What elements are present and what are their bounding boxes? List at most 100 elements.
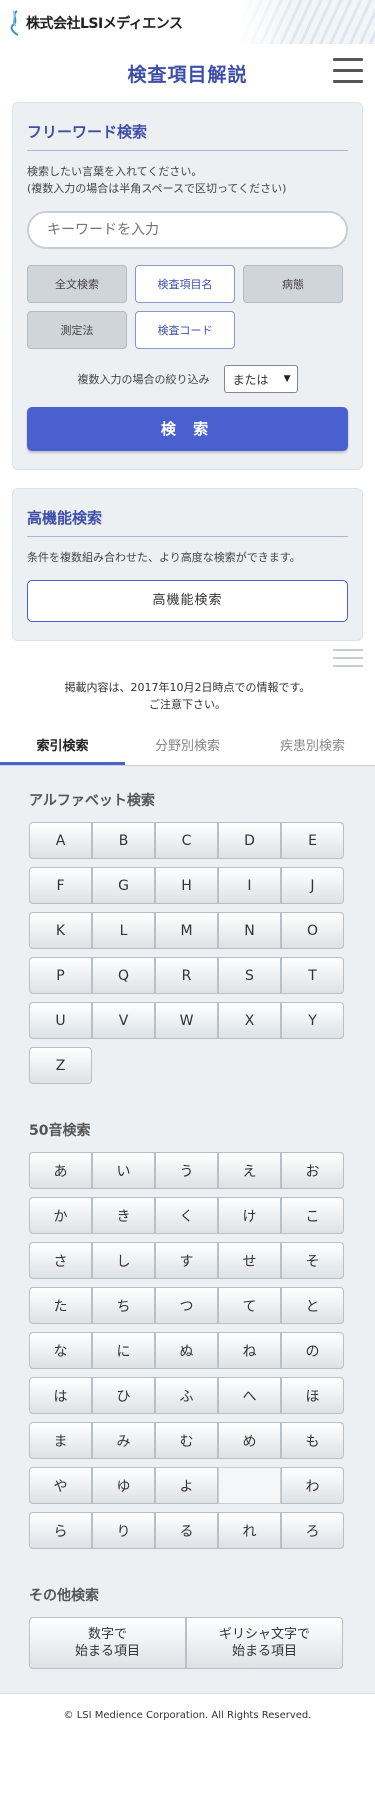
kana-key[interactable]: り <box>92 1512 155 1549</box>
alphabet-key[interactable]: R <box>155 957 218 994</box>
kana-key[interactable]: る <box>155 1512 218 1549</box>
greek-line1: ギリシャ文字で <box>218 1627 310 1642</box>
menu-icon[interactable] <box>333 58 363 84</box>
kana-key[interactable]: せ <box>218 1242 281 1279</box>
kana-key[interactable]: い <box>92 1152 155 1189</box>
kana-key[interactable]: お <box>281 1152 344 1189</box>
alphabet-key[interactable]: O <box>281 912 344 949</box>
alphabet-key[interactable]: B <box>92 822 155 859</box>
kana-key[interactable]: ね <box>218 1332 281 1369</box>
alphabet-key[interactable]: D <box>218 822 281 859</box>
category-method[interactable]: 測定法 <box>27 311 127 349</box>
company-logo[interactable]: 株式会社LSIメディエンス <box>8 9 183 37</box>
search-button[interactable]: 検 索 <box>27 407 348 451</box>
freeword-panel: フリーワード検索 検索したい言葉を入れてください。 (複数入力の場合は半角スペー… <box>12 102 363 470</box>
alphabet-key[interactable]: W <box>155 1002 218 1039</box>
alphabet-key[interactable]: E <box>281 822 344 859</box>
alphabet-key[interactable]: A <box>29 822 92 859</box>
greek-line2: 始まる項目 <box>231 1644 297 1659</box>
kana-key[interactable]: た <box>29 1287 92 1324</box>
kana-key[interactable]: み <box>92 1422 155 1459</box>
secondary-menu <box>0 641 375 675</box>
kana-key[interactable]: ひ <box>92 1377 155 1414</box>
other-buttons: 数字で 始まる項目 ギリシャ文字で 始まる項目 <box>29 1617 375 1669</box>
alphabet-key[interactable]: S <box>218 957 281 994</box>
kana-key[interactable]: ま <box>29 1422 92 1459</box>
kana-key[interactable]: つ <box>155 1287 218 1324</box>
alphabet-key[interactable]: X <box>218 1002 281 1039</box>
alphabet-key[interactable]: F <box>29 867 92 904</box>
kana-key[interactable]: ち <box>92 1287 155 1324</box>
kana-key[interactable]: と <box>281 1287 344 1324</box>
alphabet-key[interactable]: V <box>92 1002 155 1039</box>
alphabet-key[interactable]: C <box>155 822 218 859</box>
narrow-select[interactable]: または ▼ <box>223 365 298 393</box>
freeword-desc-line1: 検索したい言葉を入れてください。 <box>27 165 203 178</box>
kana-key[interactable]: ろ <box>281 1512 344 1549</box>
kana-key[interactable]: え <box>218 1152 281 1189</box>
alphabet-key[interactable]: P <box>29 957 92 994</box>
kana-grid: あいうえおかきくけこさしすせそたちつてとなにぬねのはひふへほまみむめもやゆよ わら… <box>29 1152 375 1549</box>
kana-key[interactable]: さ <box>29 1242 92 1279</box>
kana-key[interactable]: け <box>218 1197 281 1234</box>
kana-key[interactable]: あ <box>29 1152 92 1189</box>
keyword-input[interactable] <box>27 211 348 249</box>
notice: 掲載内容は、2017年10月2日時点での情報です。 ご注意下さい。 <box>0 679 375 713</box>
kana-key[interactable]: な <box>29 1332 92 1369</box>
alphabet-key[interactable]: M <box>155 912 218 949</box>
kana-key[interactable]: よ <box>155 1467 218 1504</box>
list-lines-icon[interactable] <box>333 649 363 673</box>
tab-field[interactable]: 分野別検索 <box>125 735 250 765</box>
kana-key[interactable]: き <box>92 1197 155 1234</box>
kana-key[interactable]: か <box>29 1197 92 1234</box>
logo-mark-icon <box>10 10 19 36</box>
category-condition[interactable]: 病態 <box>243 265 343 303</box>
kana-key[interactable]: そ <box>281 1242 344 1279</box>
kana-key[interactable]: も <box>281 1422 344 1459</box>
category-fulltext[interactable]: 全文検索 <box>27 265 127 303</box>
kana-key[interactable]: わ <box>281 1467 344 1504</box>
alphabet-key[interactable]: G <box>92 867 155 904</box>
kana-key[interactable]: く <box>155 1197 218 1234</box>
kana-key[interactable]: て <box>218 1287 281 1324</box>
alphabet-key[interactable]: N <box>218 912 281 949</box>
kana-key[interactable]: に <box>92 1332 155 1369</box>
kana-key[interactable]: う <box>155 1152 218 1189</box>
alphabet-key[interactable]: Z <box>29 1047 92 1084</box>
kana-key[interactable]: や <box>29 1467 92 1504</box>
alphabet-key[interactable]: I <box>218 867 281 904</box>
kana-key[interactable]: ふ <box>155 1377 218 1414</box>
kana-key[interactable]: へ <box>218 1377 281 1414</box>
alphabet-key[interactable]: U <box>29 1002 92 1039</box>
advanced-search-button[interactable]: 高機能検索 <box>27 580 348 622</box>
footer-copyright: © LSI Medience Corporation. All Rights R… <box>0 1693 375 1745</box>
alphabet-key[interactable]: Y <box>281 1002 344 1039</box>
alphabet-key[interactable]: J <box>281 867 344 904</box>
alphabet-key[interactable]: Q <box>92 957 155 994</box>
alphabet-key[interactable]: K <box>29 912 92 949</box>
advanced-title: 高機能検索 <box>27 507 348 537</box>
alphabet-key[interactable]: H <box>155 867 218 904</box>
kana-key[interactable]: し <box>92 1242 155 1279</box>
category-test-code[interactable]: 検査コード <box>135 311 235 349</box>
digit-start-button[interactable]: 数字で 始まる項目 <box>29 1617 186 1669</box>
kana-key[interactable]: れ <box>218 1512 281 1549</box>
kana-key[interactable]: の <box>281 1332 344 1369</box>
category-item-name[interactable]: 検査項目名 <box>135 265 235 303</box>
tab-index[interactable]: 索引検索 <box>0 735 125 765</box>
alphabet-key[interactable]: L <box>92 912 155 949</box>
greek-start-button[interactable]: ギリシャ文字で 始まる項目 <box>186 1617 343 1669</box>
freeword-desc-line2: (複数入力の場合は半角スペースで区切ってください) <box>27 182 287 195</box>
kana-key[interactable]: ぬ <box>155 1332 218 1369</box>
kana-key[interactable]: ほ <box>281 1377 344 1414</box>
kana-key[interactable]: こ <box>281 1197 344 1234</box>
digit-line2: 始まる項目 <box>74 1644 140 1659</box>
kana-key[interactable]: す <box>155 1242 218 1279</box>
kana-key[interactable]: は <box>29 1377 92 1414</box>
kana-key[interactable]: む <box>155 1422 218 1459</box>
kana-key[interactable]: ら <box>29 1512 92 1549</box>
alphabet-key[interactable]: T <box>281 957 344 994</box>
kana-key[interactable]: ゆ <box>92 1467 155 1504</box>
tab-disease[interactable]: 疾患別検索 <box>250 735 375 765</box>
kana-key[interactable]: め <box>218 1422 281 1459</box>
